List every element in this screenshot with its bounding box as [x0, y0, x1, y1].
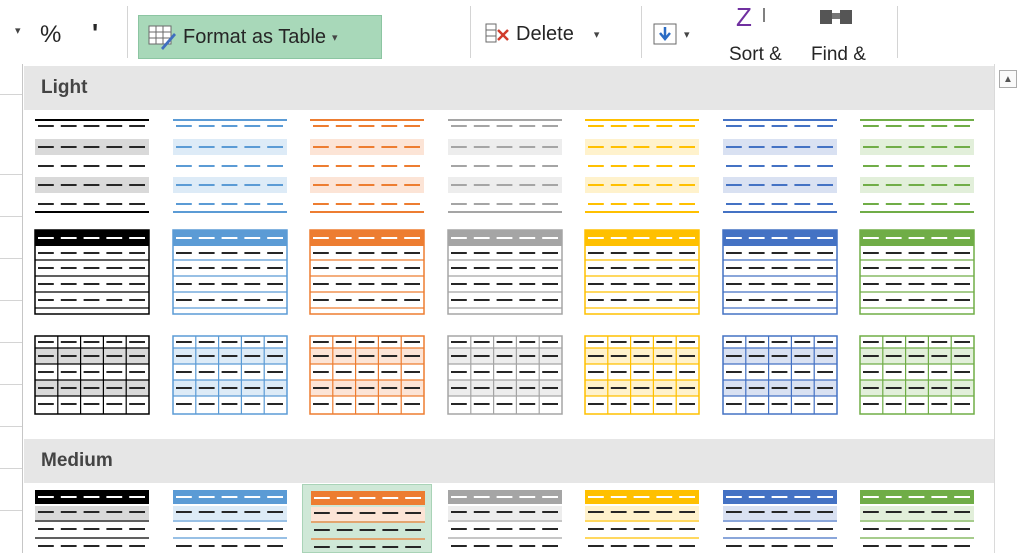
section-header-medium: Medium — [24, 439, 994, 483]
table-style-preview — [171, 335, 288, 415]
ribbon-separator — [897, 6, 898, 58]
percent-style-button[interactable]: % — [40, 21, 61, 49]
table-style-grid-5[interactable] — [577, 334, 707, 420]
table-style-grid-4[interactable] — [440, 334, 570, 420]
delete-cells-icon — [485, 23, 509, 43]
table-style-band-4[interactable] — [440, 112, 570, 216]
ribbon: ▾ % ' Format as Table ▾ Delete ▾ ▾ Z Sor… — [0, 0, 1019, 65]
binoculars-icon — [820, 10, 852, 24]
table-style-preview — [859, 335, 975, 415]
table-style-preview — [722, 490, 837, 547]
table-style-preview — [309, 229, 425, 315]
sheet-gridline — [0, 426, 22, 427]
sort-filter-button[interactable]: Z Sort & — [729, 0, 814, 65]
table-style-preview — [35, 490, 149, 547]
sheet-gridline — [0, 342, 22, 343]
table-style-header-2[interactable] — [165, 222, 295, 322]
table-style-preview — [446, 229, 563, 315]
table-style-band-7[interactable] — [852, 112, 982, 216]
delete-button[interactable]: Delete ▾ — [484, 22, 599, 46]
table-style-preview — [309, 335, 425, 415]
table-style-preview — [172, 119, 287, 213]
table-style-medium-1[interactable] — [27, 484, 157, 553]
table-style-preview — [35, 119, 149, 213]
table-style-preview — [584, 229, 700, 315]
scroll-up-button[interactable]: ▲ — [999, 70, 1017, 88]
table-style-header-6[interactable] — [715, 222, 845, 322]
format-as-table-icon — [148, 25, 176, 50]
sheet-gridline — [0, 510, 22, 511]
number-format-dropdown[interactable]: ▾ — [15, 24, 21, 37]
table-style-preview — [584, 335, 700, 415]
fill-button[interactable]: ▾ — [652, 22, 690, 46]
table-style-preview — [722, 119, 837, 213]
sort-az-icon: Z — [736, 4, 765, 32]
table-style-header-7[interactable] — [852, 222, 982, 322]
comma-style-button[interactable]: ' — [92, 18, 98, 49]
table-style-preview — [446, 335, 563, 415]
table-style-preview — [859, 229, 975, 315]
sheet-gridline — [0, 216, 22, 217]
table-style-grid-2[interactable] — [165, 334, 295, 420]
table-style-medium-7[interactable] — [852, 484, 982, 553]
ribbon-separator — [470, 6, 471, 58]
sheet-gridline — [0, 468, 22, 469]
table-style-gallery: Light Medium — [22, 64, 994, 553]
table-style-grid-3[interactable] — [302, 334, 432, 420]
table-style-header-4[interactable] — [440, 222, 570, 322]
table-style-preview — [447, 490, 562, 547]
table-style-preview — [310, 119, 424, 213]
table-style-grid-6[interactable] — [715, 334, 845, 420]
table-style-preview — [311, 491, 425, 548]
table-style-grid-7[interactable] — [852, 334, 982, 420]
table-style-header-3[interactable] — [302, 222, 432, 322]
table-style-preview — [860, 490, 974, 547]
table-style-preview — [721, 335, 838, 415]
table-style-preview — [34, 335, 150, 415]
table-style-header-5[interactable] — [577, 222, 707, 322]
gallery-scrollbar[interactable]: ▲ — [994, 64, 1019, 553]
table-style-medium-6[interactable] — [715, 484, 845, 553]
svg-text:Z: Z — [736, 4, 752, 32]
table-style-header-1[interactable] — [27, 222, 157, 322]
table-style-preview — [447, 119, 562, 213]
table-style-medium-5[interactable] — [577, 484, 707, 553]
sheet-gridline — [0, 94, 22, 95]
table-style-preview — [585, 119, 699, 213]
table-style-band-5[interactable] — [577, 112, 707, 216]
ribbon-separator — [127, 6, 128, 58]
table-style-grid-1[interactable] — [27, 334, 157, 420]
sheet-gridline — [0, 300, 22, 301]
find-select-button[interactable]: Find & — [811, 0, 898, 65]
table-style-band-2[interactable] — [165, 112, 295, 216]
sheet-gridline — [0, 174, 22, 175]
worksheet-edge — [0, 64, 23, 553]
fill-down-icon — [653, 23, 677, 45]
table-style-band-6[interactable] — [715, 112, 845, 216]
sheet-gridline — [0, 384, 22, 385]
table-style-medium-2[interactable] — [165, 484, 295, 553]
sheet-gridline — [0, 258, 22, 259]
format-as-table-button[interactable]: Format as Table ▾ — [138, 15, 382, 59]
table-style-preview — [34, 229, 150, 315]
table-style-medium-3[interactable] — [302, 484, 432, 553]
table-style-medium-4[interactable] — [440, 484, 570, 553]
table-style-preview — [585, 490, 699, 547]
table-style-preview — [721, 229, 838, 315]
table-style-preview — [172, 490, 287, 547]
ribbon-separator — [641, 6, 642, 58]
table-style-band-1[interactable] — [27, 112, 157, 216]
section-header-light: Light — [24, 66, 994, 110]
table-style-band-3[interactable] — [302, 112, 432, 216]
table-style-preview — [860, 119, 974, 213]
table-style-preview — [171, 229, 288, 315]
